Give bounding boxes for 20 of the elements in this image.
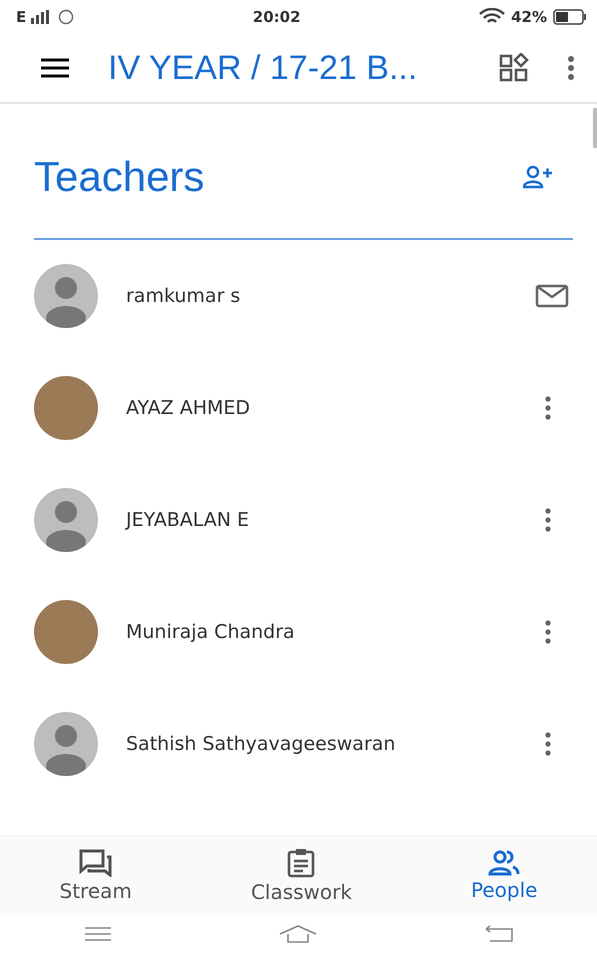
class-title: IV YEAR / 17-21 B... — [108, 48, 418, 88]
chat-icon — [78, 849, 113, 877]
clipboard-icon — [287, 848, 316, 878]
people-icon — [488, 850, 520, 876]
nav-tab[interactable]: Stream — [52, 836, 140, 916]
scrollbar — [593, 108, 597, 148]
nav-tab[interactable]: People — [463, 836, 546, 916]
section-heading: Teachers — [34, 153, 204, 201]
teacher-name: AYAZ AHMED — [126, 397, 252, 419]
teacher-name: ramkumar s — [126, 285, 242, 307]
teacher-name: Sathish Sathyavageeswaran — [126, 733, 396, 755]
nav-tab[interactable]: Classwork — [242, 836, 360, 916]
home-icon[interactable] — [278, 924, 318, 944]
clock-time: 20:02 — [252, 8, 301, 26]
teacher-name: Muniraja Chandra — [126, 621, 296, 643]
battery-icon — [553, 9, 587, 25]
teacher-name: JEYABALAN E — [126, 509, 250, 531]
battery-percent: 42% — [511, 8, 547, 26]
network-type: E — [16, 8, 26, 26]
back-icon[interactable] — [484, 925, 514, 943]
